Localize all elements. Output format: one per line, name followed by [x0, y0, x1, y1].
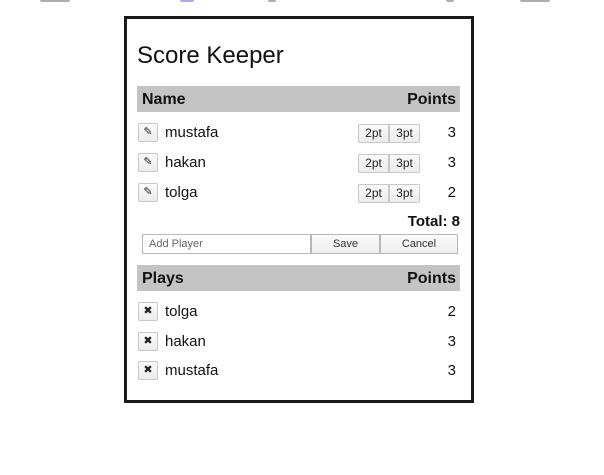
player-row: ✎ mustafa 2pt 3pt 3: [137, 123, 460, 145]
plays-column-header: Plays: [142, 270, 184, 287]
play-row: ✖ mustafa 3: [137, 361, 460, 383]
play-player-name: tolga: [165, 303, 198, 320]
add-2pt-button[interactable]: 2pt: [358, 154, 389, 173]
pencil-icon[interactable]: ✎: [138, 123, 158, 142]
add-3pt-button[interactable]: 3pt: [389, 184, 420, 203]
play-player-name: hakan: [165, 333, 206, 350]
add-2pt-button[interactable]: 2pt: [358, 124, 389, 143]
play-row: ✖ hakan 3: [137, 332, 460, 354]
save-button[interactable]: Save: [311, 234, 380, 254]
pencil-icon[interactable]: ✎: [138, 153, 158, 172]
player-points: 2: [447, 184, 456, 201]
points-column-header: Points: [407, 270, 456, 287]
players-table-header: Name Points: [137, 86, 460, 112]
add-player-input[interactable]: [142, 234, 311, 254]
points-column-header: Points: [407, 91, 456, 108]
page-title: Score Keeper: [137, 42, 284, 69]
score-keeper-panel: Score Keeper Name Points ✎ mustafa 2pt 3…: [124, 16, 474, 403]
play-points: 3: [447, 362, 456, 379]
x-icon[interactable]: ✖: [138, 332, 158, 351]
plays-table-header: Plays Points: [137, 265, 460, 291]
player-points: 3: [447, 124, 456, 141]
add-player-form: Save Cancel: [142, 234, 458, 254]
pencil-icon[interactable]: ✎: [138, 183, 158, 202]
player-row: ✎ tolga 2pt 3pt 2: [137, 183, 460, 205]
play-points: 2: [447, 303, 456, 320]
add-3pt-button[interactable]: 3pt: [389, 154, 420, 173]
player-points: 3: [447, 154, 456, 171]
player-name: tolga: [165, 184, 198, 201]
cancel-button[interactable]: Cancel: [380, 234, 458, 254]
x-icon[interactable]: ✖: [138, 361, 158, 380]
play-row: ✖ tolga 2: [137, 302, 460, 324]
browser-chrome-fragment: [0, 0, 604, 4]
player-name: mustafa: [165, 124, 219, 141]
add-3pt-button[interactable]: 3pt: [389, 124, 420, 143]
add-2pt-button[interactable]: 2pt: [358, 184, 389, 203]
player-name: hakan: [165, 154, 206, 171]
play-points: 3: [447, 333, 456, 350]
name-column-header: Name: [142, 91, 186, 108]
player-row: ✎ hakan 2pt 3pt 3: [137, 153, 460, 175]
play-player-name: mustafa: [165, 362, 219, 379]
x-icon[interactable]: ✖: [138, 302, 158, 321]
total-points: Total: 8: [407, 213, 460, 230]
